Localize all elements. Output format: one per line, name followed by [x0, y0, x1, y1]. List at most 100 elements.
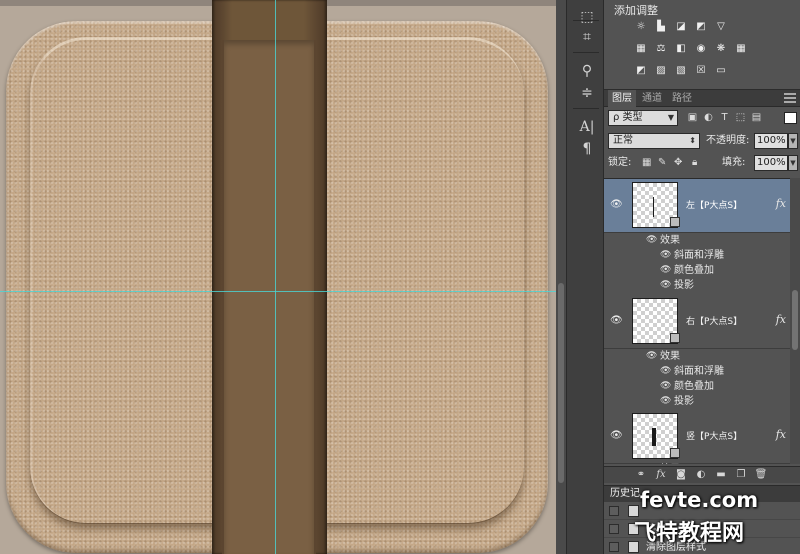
watermark-domain: fevte.com	[640, 488, 759, 512]
visibility-eye-icon[interactable]: 👁︎	[660, 278, 671, 293]
visibility-eye-icon[interactable]: 👁︎	[646, 233, 657, 248]
tool-divider	[573, 52, 599, 53]
canvas-scrollbar-thumb[interactable]	[558, 283, 564, 483]
effects-header[interactable]: 👁︎ 效果	[604, 349, 790, 364]
document-canvas[interactable]	[0, 0, 566, 554]
color-balance-icon[interactable]: ⚖	[654, 42, 668, 55]
filter-adjustment-icon[interactable]: ◐	[702, 112, 715, 124]
black-white-icon[interactable]: ◧	[674, 42, 688, 55]
filter-smart-object-icon[interactable]: ▤	[750, 112, 763, 124]
invert-icon[interactable]: ◩	[634, 64, 648, 77]
mask-icon[interactable]: ◙	[674, 468, 688, 482]
lock-all-icon[interactable]: 🔒︎	[692, 156, 697, 170]
lock-transparent-icon[interactable]: ▦	[642, 156, 651, 170]
fx-icon[interactable]: fx	[776, 197, 786, 210]
blend-mode-select[interactable]: 正常 ⬍	[608, 133, 700, 149]
layer-row-right[interactable]: 👁︎ 右【P大点S】 fx	[604, 295, 790, 349]
effect-item[interactable]: 👁︎ 投影	[604, 394, 790, 409]
visibility-eye-icon[interactable]: 👁︎	[660, 379, 671, 394]
visibility-eye-icon[interactable]: 👁︎	[660, 364, 671, 379]
fx-icon[interactable]: fx	[654, 468, 668, 482]
brush-icon[interactable]: ⌗	[576, 26, 598, 48]
fx-icon[interactable]: fx	[776, 313, 786, 326]
lock-paint-icon[interactable]: ✎	[658, 156, 666, 170]
filter-shape-icon[interactable]: ⬚	[734, 112, 747, 124]
tab-layers[interactable]: 图层	[608, 90, 636, 107]
layers-panel: 图层 通道 路径 ρ 类型 ▼ ▣ ◐ T ⬚ ▤ 正常 ⬍ 不透明度: 100% …	[604, 90, 800, 485]
opacity-dropdown-icon[interactable]: ▼	[788, 133, 798, 149]
visibility-eye-icon[interactable]: 👁︎	[610, 199, 623, 210]
trash-icon[interactable]: 🗑︎	[754, 468, 768, 482]
visibility-eye-icon[interactable]: 👁︎	[660, 394, 671, 409]
paragraph-icon[interactable]: ¶	[576, 138, 598, 160]
brightness-icon[interactable]: ☼	[634, 20, 648, 33]
exposure-icon[interactable]: ◩	[694, 20, 708, 33]
panel-menu-icon[interactable]	[784, 93, 796, 103]
layers-tabbar: 图层 通道 路径	[604, 90, 800, 107]
history-snapshot-checkbox[interactable]	[609, 506, 619, 516]
filter-toggle-icon[interactable]	[784, 112, 797, 124]
layers-scrollbar[interactable]	[790, 178, 800, 464]
vibrance-icon[interactable]: ▽	[714, 20, 728, 33]
layer-name[interactable]: 竖【P大点S】	[686, 429, 742, 442]
layers-scrollbar-thumb[interactable]	[792, 290, 798, 350]
color-lookup-icon[interactable]: ▦	[734, 42, 748, 55]
fill-dropdown-icon[interactable]: ▼	[788, 155, 798, 171]
effect-item[interactable]: 👁︎ 颜色叠加	[604, 263, 790, 278]
fx-icon[interactable]: fx	[776, 428, 786, 441]
opacity-field[interactable]: 100%	[754, 133, 788, 149]
effect-color-overlay: 颜色叠加	[674, 265, 714, 276]
sliders-icon[interactable]: ≑	[576, 82, 598, 104]
history-snapshot-checkbox[interactable]	[609, 524, 619, 534]
effect-item[interactable]: 👁︎ 颜色叠加	[604, 379, 790, 394]
layer-row-left[interactable]: 👁︎ 左【P大点S】 fx	[604, 179, 790, 233]
visibility-eye-icon[interactable]: 👁︎	[646, 349, 657, 364]
gradient-map-icon[interactable]: ▭	[714, 64, 728, 77]
channel-mixer-icon[interactable]: ❋	[714, 42, 728, 55]
adjustments-panel: 添加调整 ☼ ▙ ◪ ◩ ▽ ▦ ⚖ ◧ ◉ ❋ ▦ ◩ ▨ ▧ ☒ ▭	[604, 0, 800, 90]
layer-filter-value: ρ 类型	[613, 112, 643, 123]
layer-row-vertical[interactable]: 👁︎ 竖【P大点S】 fx	[604, 410, 790, 464]
curves-icon[interactable]: ◪	[674, 20, 688, 33]
horizontal-guide[interactable]	[0, 291, 566, 292]
filter-pixel-icon[interactable]: ▣	[686, 112, 699, 124]
puppet-icon[interactable]: ⚲	[576, 60, 598, 82]
character-icon[interactable]: A|	[576, 116, 598, 138]
blend-opacity-row: 正常 ⬍ 不透明度: 100% ▼	[604, 132, 800, 152]
visibility-eye-icon[interactable]: 👁︎	[660, 248, 671, 263]
layer-name[interactable]: 左【P大点S】	[686, 198, 742, 211]
layer-name[interactable]: 右【P大点S】	[686, 314, 742, 327]
effect-item[interactable]: 👁︎ 投影	[604, 278, 790, 293]
smart-object-badge-icon	[670, 217, 680, 227]
effects-header[interactable]: 👁︎ 效果	[604, 233, 790, 248]
visibility-eye-icon[interactable]: 👁︎	[610, 430, 623, 441]
layer-list[interactable]: 👁︎ 左【P大点S】 fx 👁︎ 效果 👁︎ 斜面和浮雕 👁︎ 颜色叠加 👁︎ …	[604, 178, 800, 464]
link-icon[interactable]: ⚭	[634, 468, 648, 482]
visibility-eye-icon[interactable]: 👁︎	[646, 462, 657, 464]
thumbnail-shape	[653, 197, 654, 217]
vertical-guide[interactable]	[275, 0, 276, 554]
tab-channels[interactable]: 通道	[638, 90, 666, 107]
adjustment-layer-icon[interactable]: ◐	[694, 468, 708, 482]
tool-divider	[573, 20, 599, 21]
visibility-eye-icon[interactable]: 👁︎	[610, 315, 623, 326]
layer-filter-select[interactable]: ρ 类型 ▼	[608, 110, 678, 126]
threshold-icon[interactable]: ▧	[674, 64, 688, 77]
effects-header[interactable]: 👁︎ 效果	[604, 462, 790, 464]
visibility-eye-icon[interactable]: 👁︎	[660, 263, 671, 278]
3d-icon[interactable]: ⬚	[576, 6, 598, 28]
hue-saturation-icon[interactable]: ▦	[634, 42, 648, 55]
selective-color-icon[interactable]: ☒	[694, 64, 708, 77]
tab-paths[interactable]: 路径	[668, 90, 696, 107]
effect-item[interactable]: 👁︎ 斜面和浮雕	[604, 364, 790, 379]
history-snapshot-checkbox[interactable]	[609, 542, 619, 552]
group-folder-icon[interactable]: ▬	[714, 468, 728, 482]
lock-position-icon[interactable]: ✥	[674, 156, 682, 170]
fill-field[interactable]: 100%	[754, 155, 788, 171]
new-layer-icon[interactable]: ❐	[734, 468, 748, 482]
photo-filter-icon[interactable]: ◉	[694, 42, 708, 55]
levels-icon[interactable]: ▙	[654, 20, 668, 33]
posterize-icon[interactable]: ▨	[654, 64, 668, 77]
effect-item[interactable]: 👁︎ 斜面和浮雕	[604, 248, 790, 263]
filter-type-icon[interactable]: T	[718, 112, 731, 124]
